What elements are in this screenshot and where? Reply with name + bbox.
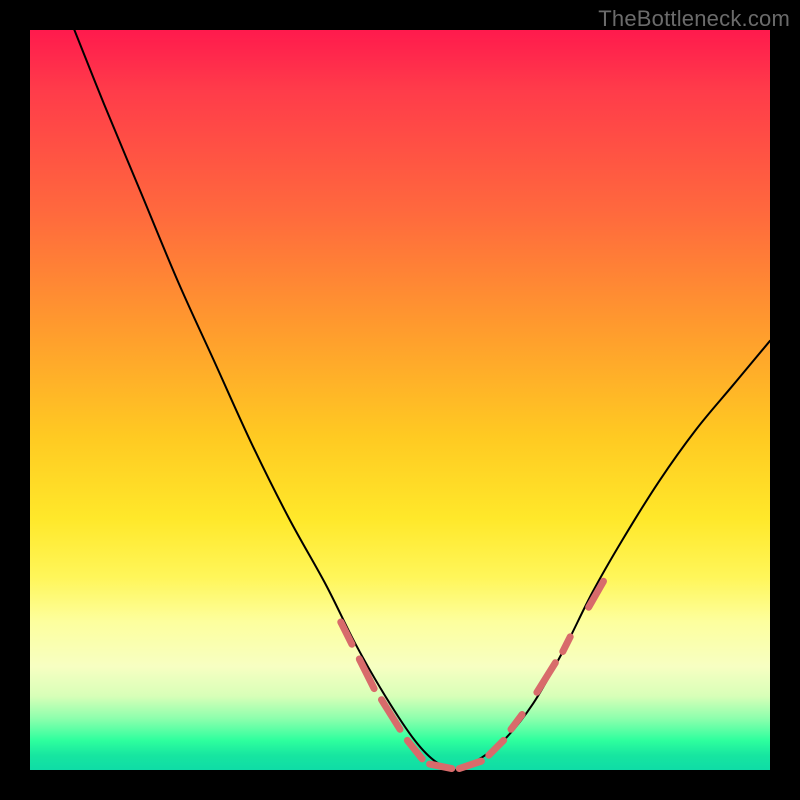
highlight-dashes [341,581,604,768]
highlight-dash [537,663,556,693]
plot-area [30,30,770,770]
watermark-text: TheBottleneck.com [598,6,790,32]
highlight-dash [459,761,481,768]
chart-frame: TheBottleneck.com [0,0,800,800]
curve-layer [30,30,770,770]
highlight-dash [563,637,570,652]
bottleneck-curve [74,30,770,770]
highlight-dash [430,764,452,768]
highlight-dash [407,740,422,759]
highlight-dash [489,740,504,755]
highlight-dash [511,715,522,730]
highlight-dash [341,622,352,644]
